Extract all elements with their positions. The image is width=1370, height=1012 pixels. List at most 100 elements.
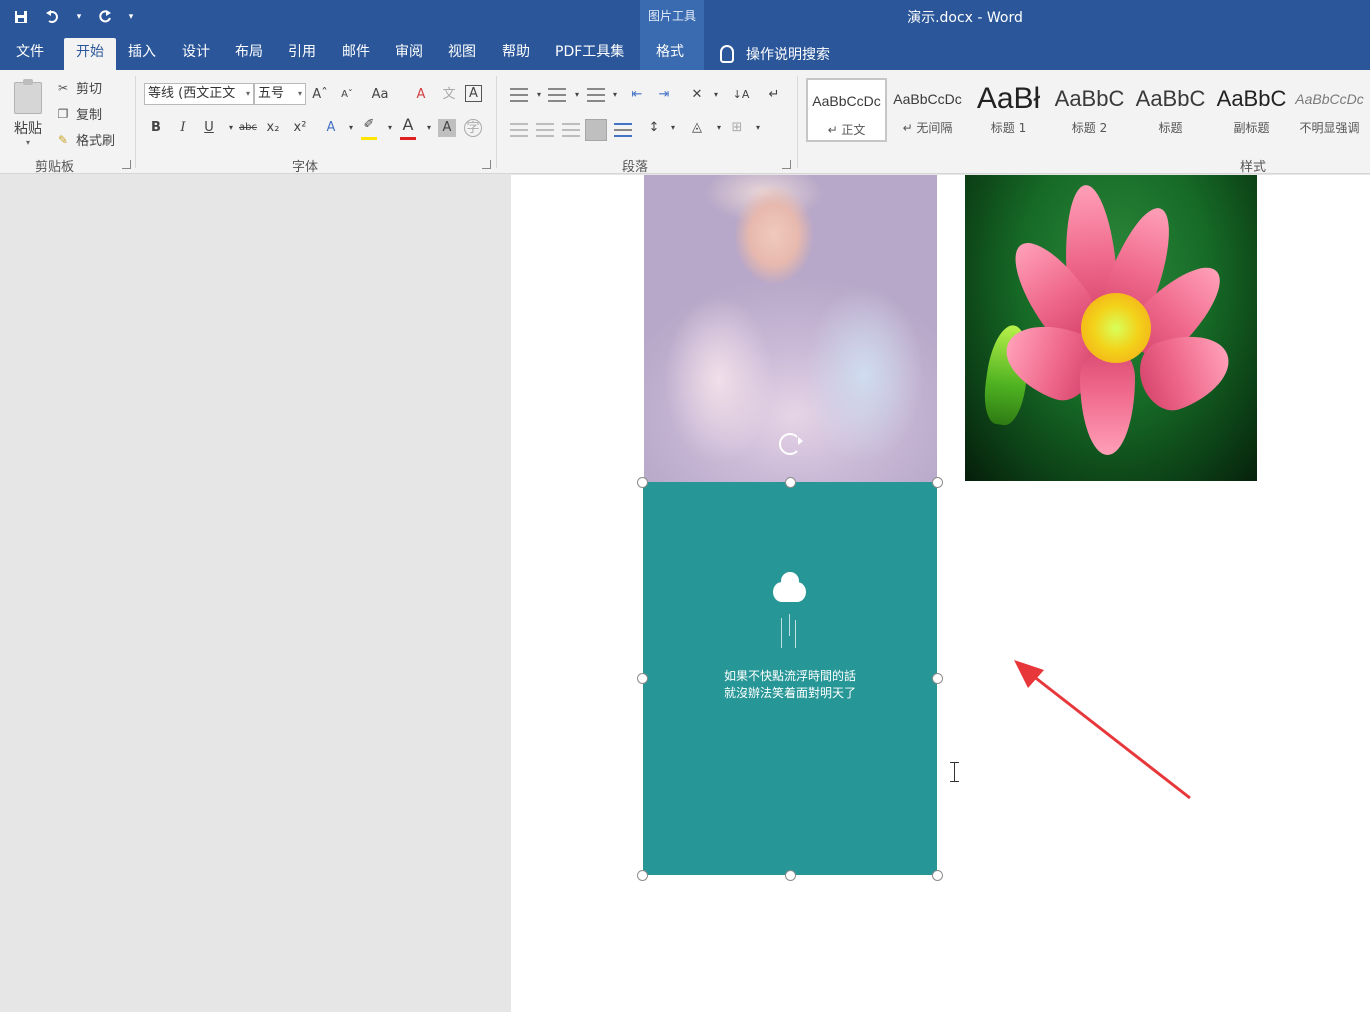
resize-handle-left[interactable] — [637, 673, 648, 684]
phonetic-guide-icon[interactable]: 文 — [440, 86, 458, 104]
decrease-indent-icon[interactable]: ⇤ — [628, 86, 646, 104]
subscript-button[interactable]: x₂ — [264, 119, 282, 137]
tab-mailings[interactable]: 邮件 — [338, 42, 374, 70]
style-sample: AaBbC — [1054, 86, 1125, 111]
borders-icon[interactable]: ⊞ — [728, 119, 746, 137]
style-subtitle[interactable]: AaBbC 副标题 — [1211, 78, 1292, 142]
text-effects-icon[interactable]: A — [322, 119, 340, 137]
copy-button[interactable]: ❐ 复制 — [56, 104, 102, 124]
tab-help[interactable]: 帮助 — [498, 42, 534, 70]
tab-design[interactable]: 设计 — [178, 42, 214, 70]
clipboard-launcher-icon[interactable] — [122, 160, 131, 169]
resize-handle-right[interactable] — [932, 673, 943, 684]
style-sample: AaBbC — [1135, 86, 1206, 111]
style-no-spacing[interactable]: AaBbCcDc ↵ 无间隔 — [887, 78, 968, 142]
superscript-button[interactable]: x² — [291, 119, 309, 137]
resize-handle-top-left[interactable] — [637, 477, 648, 488]
align-right-icon[interactable] — [562, 123, 580, 137]
style-heading-1[interactable]: AaBł 标题 1 — [968, 78, 1049, 142]
rotate-handle-icon[interactable] — [779, 433, 803, 455]
resize-handle-bottom[interactable] — [785, 870, 796, 881]
tab-layout[interactable]: 布局 — [231, 42, 267, 70]
font-group-label: 字体 — [292, 160, 319, 175]
character-border-icon[interactable]: A — [465, 85, 482, 102]
align-center-icon[interactable] — [536, 123, 554, 137]
resize-handle-bottom-right[interactable] — [932, 870, 943, 881]
undo-dropdown-icon[interactable]: ▾ — [74, 6, 84, 28]
distributed-icon[interactable] — [614, 123, 632, 137]
style-heading-2[interactable]: AaBbC 标题 2 — [1049, 78, 1130, 142]
bullets-icon[interactable] — [510, 88, 528, 102]
italic-button[interactable]: I — [174, 119, 192, 137]
tell-me-search[interactable]: 操作说明搜索 — [720, 44, 830, 64]
font-launcher-icon[interactable] — [482, 160, 491, 169]
style-subtle-emphasis[interactable]: AaBbCcDc 不明显强调 — [1292, 78, 1367, 142]
chevron-down-icon[interactable]: ▾ — [664, 119, 682, 137]
multilevel-list-icon[interactable] — [587, 88, 605, 102]
chevron-down-icon[interactable]: ▾ — [707, 86, 725, 104]
numbering-icon[interactable] — [548, 88, 566, 102]
chevron-down-icon[interactable]: ▾ — [749, 119, 767, 137]
style-title[interactable]: AaBbC 标题 — [1130, 78, 1211, 142]
chevron-down-icon[interactable]: ▾ — [342, 119, 360, 137]
increase-indent-icon[interactable]: ⇥ — [655, 86, 673, 104]
rain-line — [781, 618, 782, 648]
font-size-combobox[interactable]: 五号 ▾ — [254, 83, 306, 105]
quick-access-toolbar: ▾ ▾ — [10, 6, 136, 28]
character-shading-icon[interactable]: A — [438, 119, 456, 137]
resize-handle-bottom-left[interactable] — [637, 870, 648, 881]
tab-insert[interactable]: 插入 — [124, 42, 160, 70]
cloud-rain-icon — [773, 572, 807, 612]
shading-bucket-icon[interactable]: ◬ — [688, 119, 706, 137]
format-painter-button[interactable]: ✎ 格式刷 — [56, 130, 115, 150]
chevron-down-icon[interactable]: ▾ — [710, 119, 728, 137]
paragraph-launcher-icon[interactable] — [782, 160, 791, 169]
bold-button[interactable]: B — [147, 119, 165, 137]
teal-quote-image[interactable]: 如果不快點流浮時間的話 就沒辦法笑着面對明天了 — [643, 482, 937, 875]
clipboard-group-label: 剪贴板 — [35, 160, 75, 175]
tab-references[interactable]: 引用 — [284, 42, 320, 70]
style-normal[interactable]: AaBbCcDc ↵ 正文 — [806, 78, 887, 142]
change-case-icon[interactable]: Aa — [368, 86, 392, 104]
strikethrough-button[interactable]: abc — [236, 119, 260, 137]
save-icon[interactable] — [10, 6, 32, 28]
tab-home[interactable]: 开始 — [64, 38, 116, 70]
chevron-down-icon[interactable]: ▾ — [530, 86, 548, 104]
line-spacing-icon[interactable]: ↕ — [645, 119, 663, 137]
clear-formatting-icon[interactable]: A — [412, 86, 430, 104]
undo-icon[interactable] — [42, 6, 64, 28]
enclose-characters-icon[interactable]: 字 — [464, 119, 482, 137]
chevron-down-icon[interactable]: ▾ — [381, 119, 399, 137]
chevron-down-icon[interactable]: ▾ — [568, 86, 586, 104]
paste-button[interactable]: 粘贴 ▾ — [10, 78, 46, 148]
align-left-icon[interactable] — [510, 123, 528, 137]
lotus-image[interactable] — [965, 175, 1257, 481]
underline-button[interactable]: U — [200, 119, 218, 137]
tab-view[interactable]: 视图 — [444, 42, 480, 70]
tab-review[interactable]: 审阅 — [391, 42, 427, 70]
style-name: 副标题 — [1233, 121, 1270, 135]
font-name-combobox[interactable]: 等线 (西文正文 ▾ — [144, 83, 254, 105]
style-sample: AaBbCcDc — [812, 93, 881, 109]
sort-icon[interactable]: ↓A — [732, 86, 750, 104]
customize-qat-icon[interactable]: ▾ — [126, 6, 136, 28]
shrink-font-icon[interactable]: Aˇ — [338, 86, 356, 104]
highlight-icon[interactable]: ✐ — [360, 116, 378, 134]
resize-handle-top[interactable] — [785, 477, 796, 488]
paste-dropdown-icon: ▾ — [25, 138, 30, 147]
tab-format[interactable]: 格式 — [652, 42, 688, 70]
grow-font-icon[interactable]: Aˆ — [311, 86, 329, 104]
group-divider — [496, 76, 497, 168]
chevron-down-icon[interactable]: ▾ — [606, 86, 624, 104]
tab-file[interactable]: 文件 — [12, 42, 48, 70]
redo-icon[interactable] — [94, 6, 116, 28]
cut-button[interactable]: ✂ 剪切 — [56, 78, 102, 98]
show-marks-icon[interactable]: ↵ — [765, 86, 783, 104]
resize-handle-top-right[interactable] — [932, 477, 943, 488]
tab-pdf-tools[interactable]: PDF工具集 — [551, 42, 628, 70]
chevron-down-icon[interactable]: ▾ — [420, 119, 438, 137]
justify-button[interactable] — [585, 119, 607, 141]
font-color-icon[interactable]: A — [399, 116, 417, 134]
chinese-layout-icon[interactable]: ✕ — [688, 86, 706, 104]
document-title: 演示.docx - Word — [907, 10, 1023, 26]
